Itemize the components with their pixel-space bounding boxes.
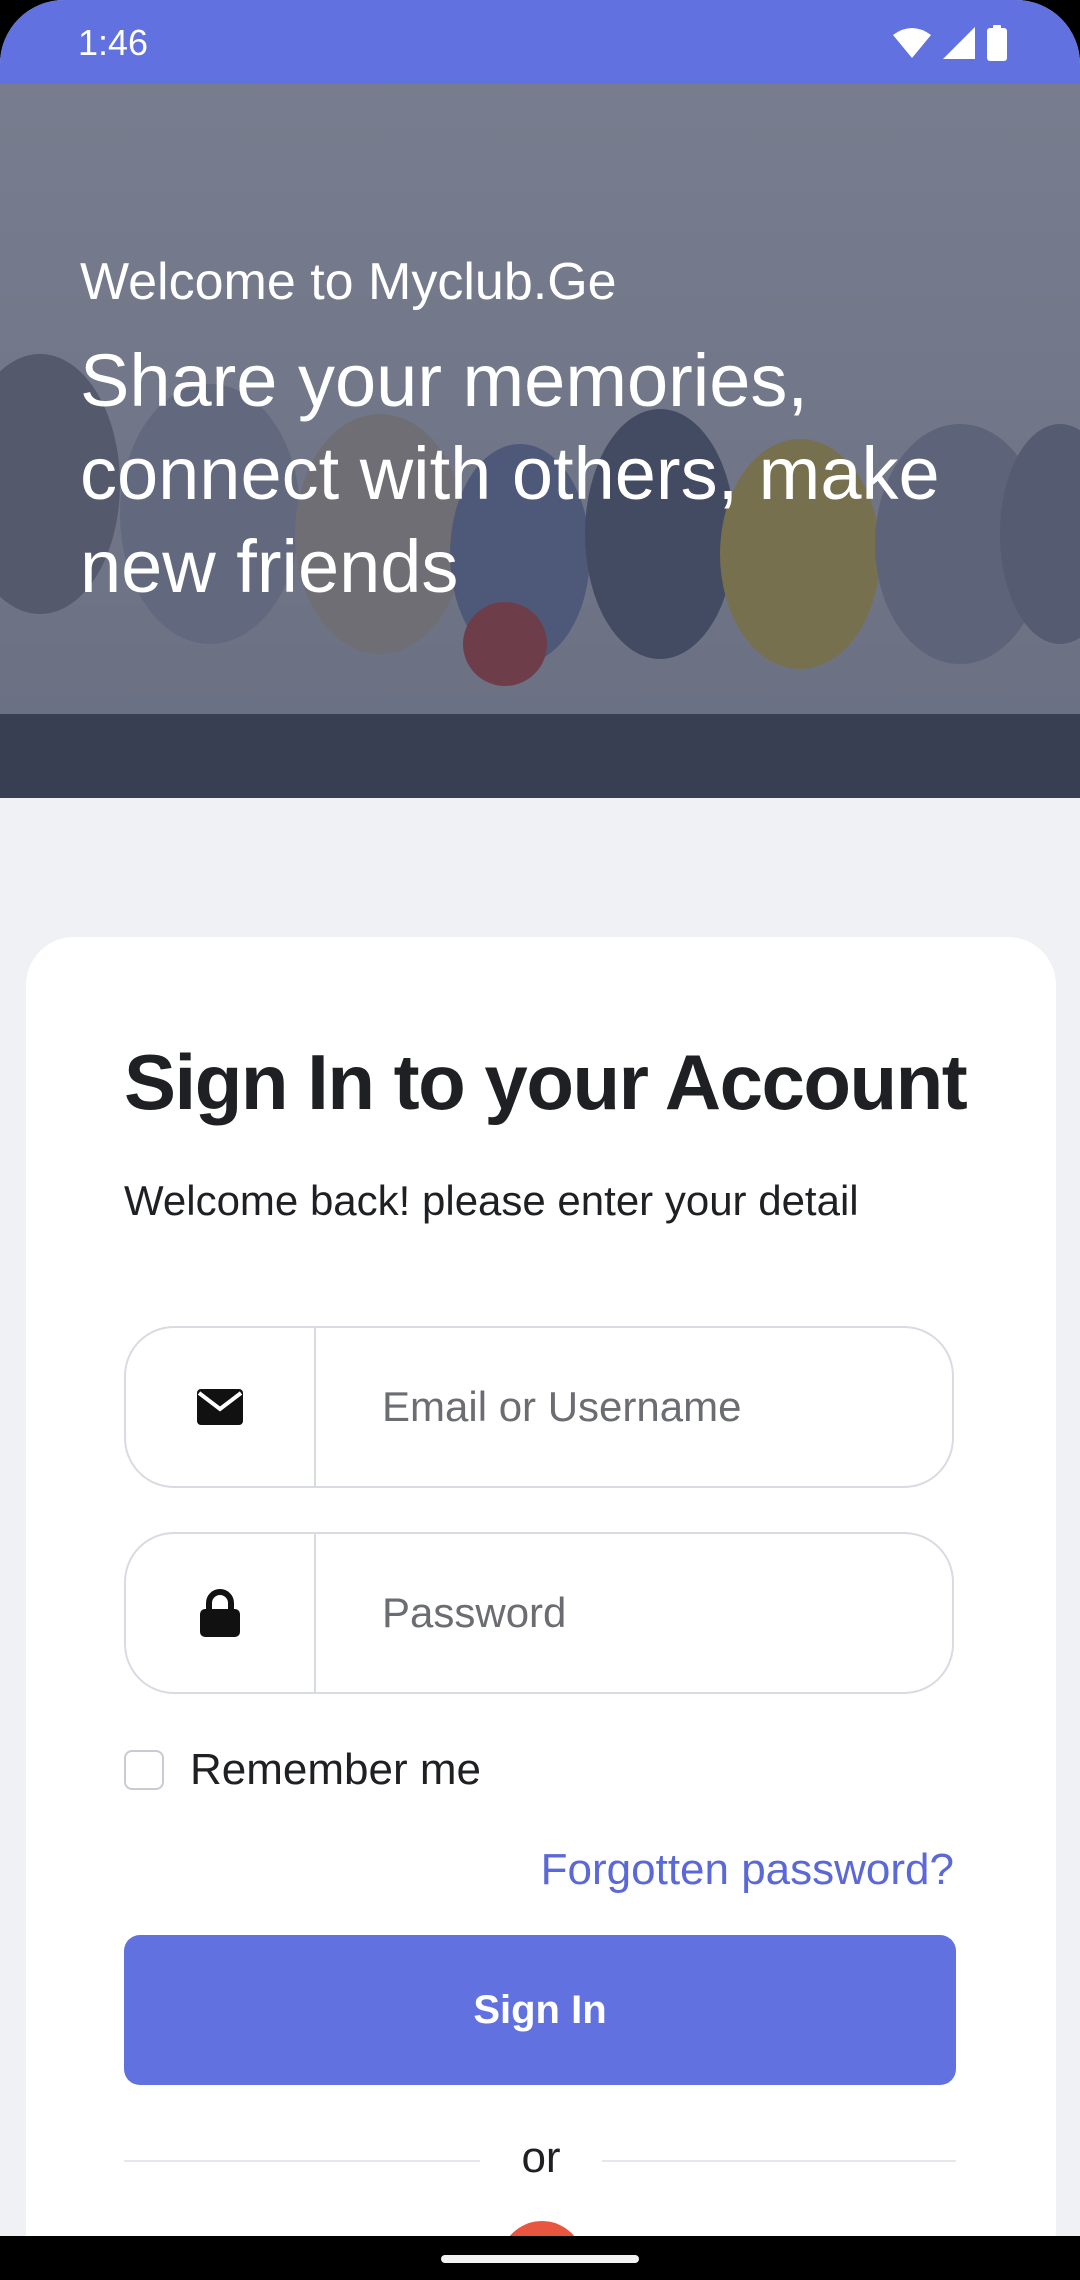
remember-me-label[interactable]: Remember me [190,1745,481,1795]
remember-me-row[interactable]: Remember me [124,1745,481,1795]
lock-icon [200,1589,240,1637]
envelope-icon [197,1389,243,1425]
divider-line-right [602,2160,956,2162]
email-input[interactable] [316,1328,916,1486]
status-icons [892,24,1008,62]
signin-title: Sign In to your Account [124,1038,968,1126]
password-icon-cell [126,1534,316,1692]
divider-line-left [124,2160,480,2162]
hero-welcome-text: Welcome to Myclub.Ge [80,253,617,311]
app-screen: 1:46 Welcome to Myclub.Ge Share your mem… [0,0,1080,2236]
remember-me-checkbox[interactable] [124,1750,164,1790]
battery-icon [987,25,1007,61]
password-input[interactable] [316,1534,916,1692]
forgot-password-link[interactable]: Forgotten password? [541,1845,954,1895]
hero-tagline: Share your memories, connect with others… [80,339,940,608]
divider-or-text: or [521,2133,561,2182]
google-signin-icon[interactable] [500,2221,584,2236]
email-icon-cell [126,1328,316,1486]
home-gesture-handle[interactable] [441,2255,639,2263]
signin-card: Sign In to your Account Welcome back! pl… [26,937,1056,2236]
signin-button[interactable]: Sign In [124,1935,956,2085]
status-time: 1:46 [78,22,149,63]
password-field [124,1532,954,1694]
email-field [124,1326,954,1488]
status-bar: 1:46 [0,0,1080,84]
signin-subtitle: Welcome back! please enter your detail [124,1177,859,1224]
hero-banner: Welcome to Myclub.Ge Share your memories… [0,84,1080,798]
wifi-icon [893,28,931,58]
signal-icon [943,27,975,59]
